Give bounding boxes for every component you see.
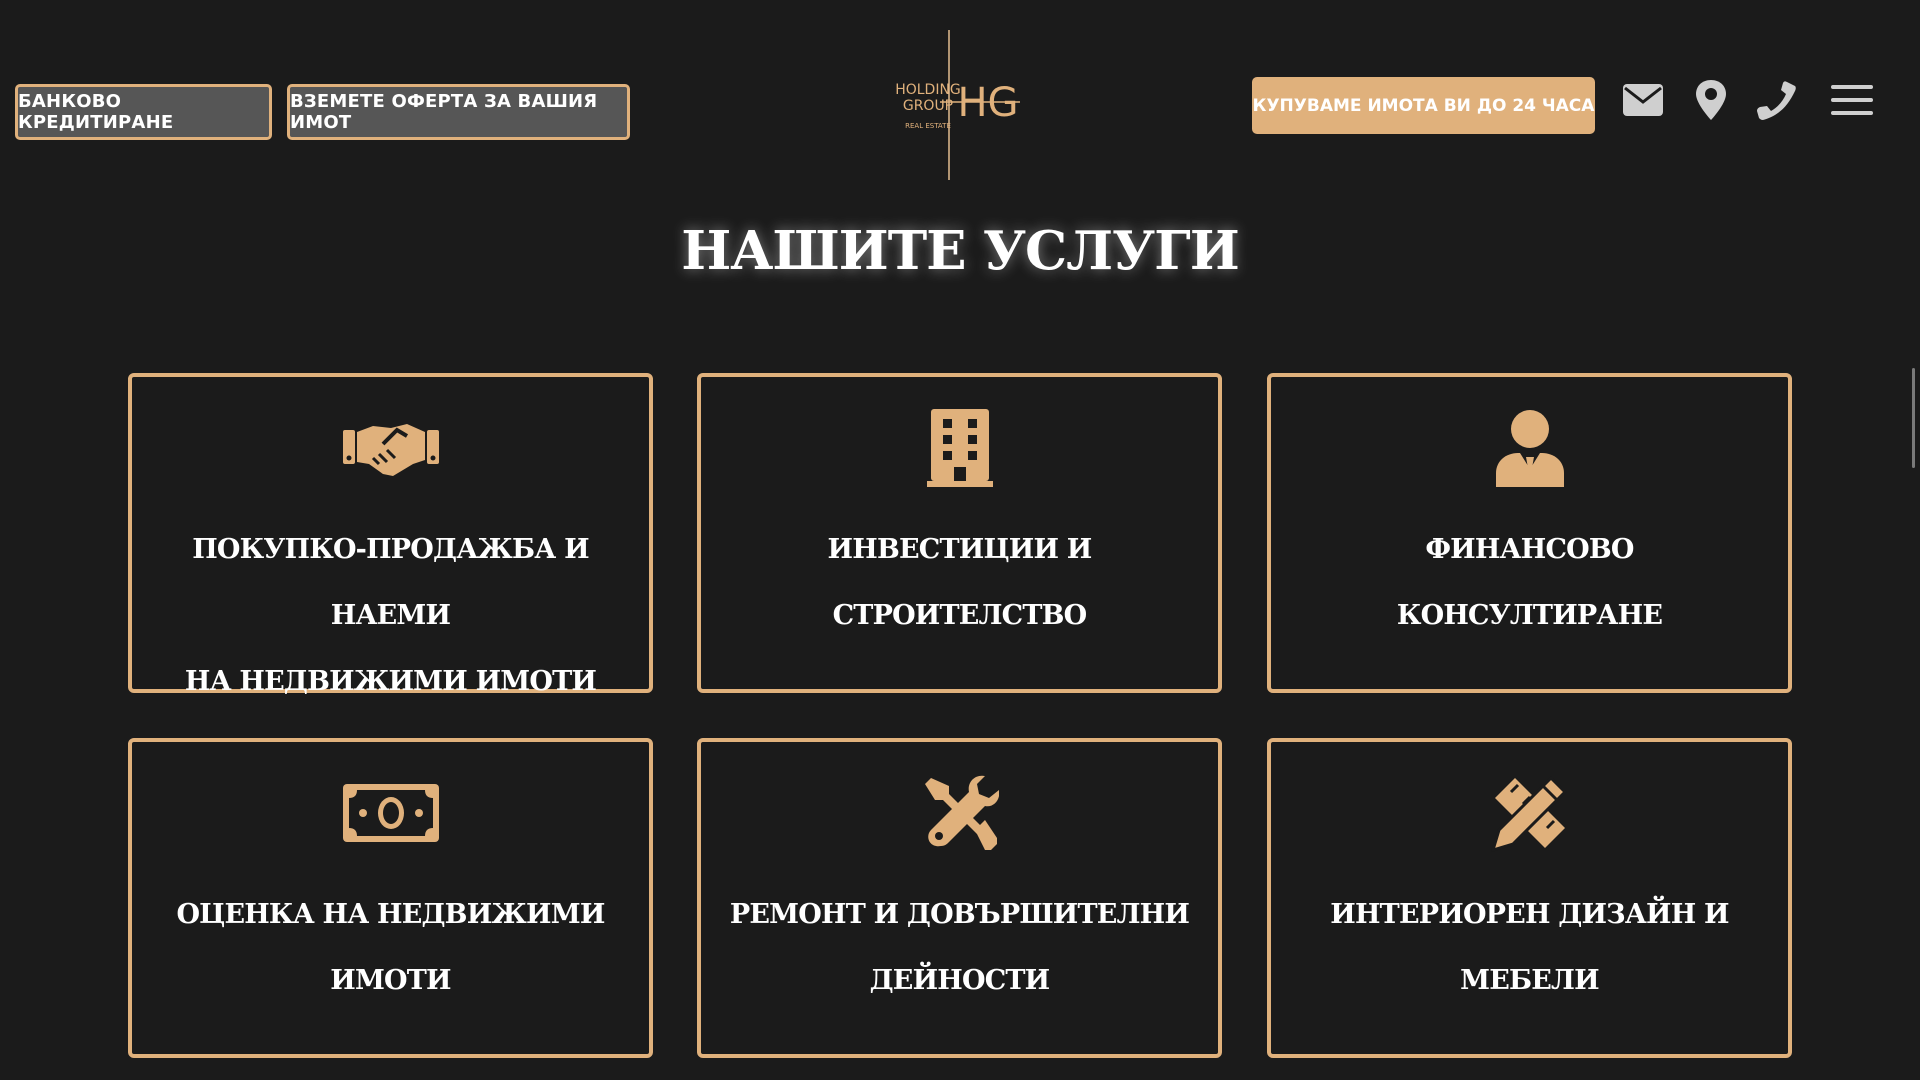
service-title-line1: ОЦЕНКА НА НЕДВИЖИМИ xyxy=(176,899,605,930)
service-card-sales-rentals[interactable]: ПОКУПКО-ПРОДАЖБА И НАЕМИ НА НЕДВИЖИМИ ИМ… xyxy=(128,373,653,697)
service-title-line1: ПОКУПКО-ПРОДАЖБА И НАЕМИ xyxy=(192,534,589,631)
envelope-icon[interactable] xyxy=(1621,78,1665,122)
service-title-line2: СТРОИТЕЛСТВО xyxy=(832,600,1088,631)
pencil-ruler-icon xyxy=(1271,772,1788,854)
service-title-line1: РЕМОНТ И ДОВЪРШИТЕЛНИ xyxy=(729,899,1190,930)
buy-property-button[interactable]: КУПУВАМЕ ИМОТА ВИ ДО 24 ЧАСА xyxy=(1252,77,1595,134)
handshake-icon xyxy=(132,407,649,489)
bank-credit-button[interactable]: БАНКОВО КРЕДИТИРАНЕ xyxy=(15,84,272,140)
scrollbar-thumb[interactable] xyxy=(1912,368,1915,468)
phone-icon[interactable] xyxy=(1756,78,1798,122)
service-title-line1: ИНТЕРИОРЕН ДИЗАЙН И xyxy=(1330,899,1729,930)
user-tie-icon xyxy=(1271,407,1788,489)
hamburger-menu-icon[interactable] xyxy=(1830,78,1874,122)
logo-line3: REAL ESTATE xyxy=(905,122,951,130)
logo-mark: HOLDING GROUP REAL ESTATE HG xyxy=(895,30,1020,180)
service-title-line1: ФИНАНСОВО xyxy=(1425,534,1634,565)
logo[interactable]: HOLDING GROUP REAL ESTATE HG xyxy=(870,28,1030,182)
map-pin-icon[interactable] xyxy=(1694,78,1728,122)
building-icon xyxy=(701,407,1218,489)
tools-icon xyxy=(701,772,1218,854)
logo-line1: HOLDING xyxy=(895,82,961,98)
service-card-financial-consulting[interactable]: ФИНАНСОВО КОНСУЛТИРАНЕ xyxy=(1267,373,1792,693)
service-title-line2: ДЕЙНОСТИ xyxy=(869,965,1051,996)
service-card-renovation[interactable]: РЕМОНТ И ДОВЪРШИТЕЛНИ ДЕЙНОСТИ xyxy=(697,738,1222,1058)
get-offer-button[interactable]: ВЗЕМЕТЕ ОФЕРТА ЗА ВАШИЯ ИМОТ xyxy=(287,84,630,140)
service-card-investments[interactable]: ИНВЕСТИЦИИ И СТРОИТЕЛСТВО xyxy=(697,373,1222,693)
logo-monogram: HG xyxy=(957,80,1018,126)
service-title-line2: НА НЕДВИЖИМИ ИМОТИ xyxy=(184,666,597,697)
service-card-interior-design[interactable]: ИНТЕРИОРЕН ДИЗАЙН И МЕБЕЛИ xyxy=(1267,738,1792,1058)
money-bill-icon xyxy=(132,772,649,854)
service-title-line2: КОНСУЛТИРАНЕ xyxy=(1396,600,1663,631)
service-title-line2: МЕБЕЛИ xyxy=(1460,965,1600,996)
logo-line2: GROUP xyxy=(903,98,953,114)
service-title-line1: ИНВЕСТИЦИИ И xyxy=(827,534,1093,565)
service-title-line2: ИМОТИ xyxy=(330,965,451,996)
section-title: НАШИТЕ УСЛУГИ xyxy=(681,220,1240,282)
service-card-valuation[interactable]: ОЦЕНКА НА НЕДВИЖИМИ ИМОТИ xyxy=(128,738,653,1058)
